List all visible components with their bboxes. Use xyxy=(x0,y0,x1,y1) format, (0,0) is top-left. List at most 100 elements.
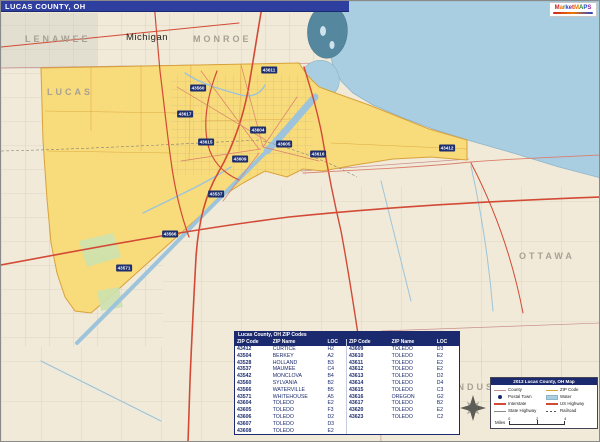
zip-table-row: 43611TOLEDOE2 xyxy=(347,360,459,367)
zip-table-row: 43606TOLEDOD2 xyxy=(235,414,347,421)
zip-table-row: 43504BERKEYA2 xyxy=(235,353,347,360)
zip-table-cell: TOLEDO xyxy=(271,414,326,421)
zip-table-cell: 43623 xyxy=(347,414,390,421)
zip-table-cell: WHITEHOUSE xyxy=(271,394,326,401)
legend-item-label: US Highway xyxy=(560,401,584,407)
zip-table-cell: 43616 xyxy=(347,394,390,401)
zip-table-cell: 43504 xyxy=(235,353,271,360)
zip-table-cell: TOLEDO xyxy=(390,366,435,373)
zip-table-cell: D2 xyxy=(435,373,459,380)
zip-table-cell: 43412 xyxy=(235,346,271,353)
logo-letter: S xyxy=(587,5,591,11)
zip-code-marker: 43616 xyxy=(310,151,326,158)
zip-table-row: 43566WATERVILLEB5 xyxy=(235,387,347,394)
zip-table-cell: 43537 xyxy=(235,366,271,373)
scale-bar: Miles 024 xyxy=(491,415,597,428)
zip-table-header: ZIP Name xyxy=(390,339,435,346)
zip-table-cell: 43612 xyxy=(347,366,390,373)
zip-table-row: 43542MONCLOVAB4 xyxy=(235,373,347,380)
zip-table-right: ZIP CodeZIP NameLOC43609TOLEDOD343610TOL… xyxy=(347,339,459,421)
zip-table-row: 43412CURTICEH2 xyxy=(235,346,347,353)
zip-table-row: 43607TOLEDOD3 xyxy=(235,421,347,428)
zip-table-title: Lucas County, OH ZIP Codes xyxy=(235,332,459,339)
legend-items: CountyZIP CodePostal TownWaterInterstate… xyxy=(491,385,597,415)
zip-code-marker: 43605 xyxy=(276,141,292,148)
county-label: MONROE xyxy=(193,34,252,44)
zip-table-row: 43528HOLLANDB3 xyxy=(235,360,347,367)
zip-table-cell: A2 xyxy=(325,353,346,360)
zip-table-cell: 43609 xyxy=(347,346,390,353)
legend-item: State Highway xyxy=(494,408,542,414)
zip-table-row: 43612TOLEDOE2 xyxy=(347,366,459,373)
zip-code-marker: 43609 xyxy=(232,156,248,163)
zip-table-cell: E2 xyxy=(435,353,459,360)
bay-island xyxy=(320,26,326,36)
legend-item: Railroad xyxy=(546,408,594,414)
zip-table-cell: TOLEDO xyxy=(390,407,435,414)
state-highway-legend-swatch xyxy=(494,411,506,412)
legend-title: 2013 Lucas County, OH Map xyxy=(491,378,597,385)
zip-table-cell: TOLEDO xyxy=(390,380,435,387)
legend-item: Postal Town xyxy=(494,394,542,400)
scale-bar-line xyxy=(509,421,565,425)
zip-table-cell: TOLEDO xyxy=(390,346,435,353)
map-title-bar: LUCAS COUNTY, OH xyxy=(1,1,349,12)
zip-table-row: 43623TOLEDOC2 xyxy=(347,414,459,421)
zip-table-row: 43609TOLEDOD3 xyxy=(347,346,459,353)
zip-table-cell: H2 xyxy=(325,346,346,353)
zip-table-cell: TOLEDO xyxy=(271,400,326,407)
zip-table-cell: OREGON xyxy=(390,394,435,401)
zip-table-cell: C3 xyxy=(435,387,459,394)
zip-table-row: 43613TOLEDOD2 xyxy=(347,373,459,380)
zip-table-cell: B3 xyxy=(325,360,346,367)
legend-item: Interstate xyxy=(494,401,542,407)
zip-code-marker: 43604 xyxy=(250,127,266,134)
zip-table-cell: TOLEDO xyxy=(390,353,435,360)
marketmaps-logo: MarketMAPS xyxy=(549,2,597,17)
logo-swoosh-icon xyxy=(553,12,593,14)
zip-table-cell: TOLEDO xyxy=(390,387,435,394)
zip-table-cell: BERKEY xyxy=(271,353,326,360)
zip-table-cell: TOLEDO xyxy=(390,360,435,367)
zip-table-header: LOC xyxy=(325,339,346,346)
zip-table-cell: 43604 xyxy=(235,400,271,407)
zip-table-cell: WATERVILLE xyxy=(271,387,326,394)
zip-table-cell: TOLEDO xyxy=(390,400,435,407)
map-page: LENAWEEMichiganMONROELUCASOTTAWASANDUSKY… xyxy=(0,0,600,442)
zip-table-cell: E2 xyxy=(325,428,346,435)
zip-table-cell: E2 xyxy=(435,407,459,414)
zip-table-cell: TOLEDO xyxy=(390,414,435,421)
zip-table-row: 43616OREGONG2 xyxy=(347,394,459,401)
zip-table-cell: B2 xyxy=(435,400,459,407)
legend-item-label: Postal Town xyxy=(508,394,532,400)
zip-table-cell: A5 xyxy=(325,394,346,401)
zip-table-cell: 43542 xyxy=(235,373,271,380)
zip-table-header: ZIP Code xyxy=(347,339,390,346)
legend-item: ZIP Code xyxy=(546,387,594,393)
zip-table-cell: CURTICE xyxy=(271,346,326,353)
zip-code-table: Lucas County, OH ZIP Codes ZIP CodeZIP N… xyxy=(234,331,460,435)
page-title: LUCAS COUNTY, OH xyxy=(5,2,86,11)
zip-table-cell: 43528 xyxy=(235,360,271,367)
zip-table-cell: SYLVANIA xyxy=(271,380,326,387)
zip-table-cell: TOLEDO xyxy=(390,373,435,380)
zip-table-row: 43604TOLEDOE2 xyxy=(235,400,347,407)
zip-code-marker: 43560 xyxy=(190,85,206,92)
zip-table-cell: C4 xyxy=(325,366,346,373)
legend-item-label: Water xyxy=(560,394,572,400)
zip-table-cell: 43613 xyxy=(347,373,390,380)
zip-table-cell: TOLEDO xyxy=(271,407,326,414)
zip-table-cell: MAUMEE xyxy=(271,366,326,373)
bay-island xyxy=(330,41,335,49)
zip-table-row: 43610TOLEDOE2 xyxy=(347,353,459,360)
legend-item: US Highway xyxy=(546,401,594,407)
zip-table-cell: D4 xyxy=(435,380,459,387)
zip-table-header: ZIP Name xyxy=(271,339,326,346)
legend-item: Water xyxy=(546,394,594,400)
zip-table-cell: E2 xyxy=(435,366,459,373)
interstate-legend-swatch xyxy=(494,403,506,406)
zip-table-cell: 43620 xyxy=(347,407,390,414)
zip-code-marker: 43615 xyxy=(198,139,214,146)
legend-item-label: ZIP Code xyxy=(560,387,578,393)
railroad-legend-swatch xyxy=(546,411,558,412)
